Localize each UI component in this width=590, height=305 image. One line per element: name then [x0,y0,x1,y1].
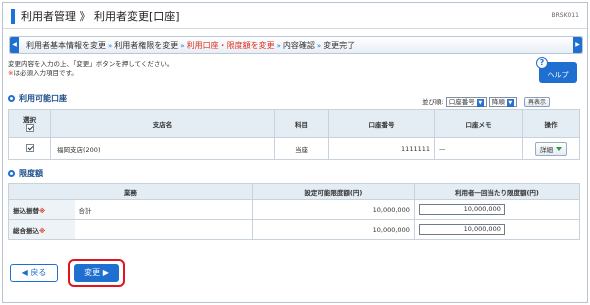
step-list: 利用者基本情報を変更» 利用者権限を変更» 利用口座・限度額を変更» 内容確認» 変更完… [26,40,355,51]
col-business: 業務 [8,183,253,200]
back-label: 戻る [30,268,47,277]
col-subject: 科目 [274,109,329,138]
chevron-right-icon: ▶ [102,268,109,277]
step-permissions: 利用者権限を変更 [114,41,179,50]
required-note-text: は必須入力項目です。 [13,69,78,77]
table-row: 振込振替※ 合計 10,000,000 10,000,000 [8,199,581,220]
row-select-cell [8,137,51,160]
question-icon: ? [536,57,548,69]
settable-limit-cell: 10,000,000 [251,219,415,240]
table-header-row: 業務 設定可能限度額(円) 利用者一回当たり限度額(円) [8,183,581,200]
table-header-row: 選択 支店名 科目 口座番号 口座メモ 操作 [8,109,580,138]
business-sub-cell [74,219,253,240]
page-header: 利用者管理 》 利用者変更[口座] BRSK011 [3,3,587,29]
step-separator-icon: » [180,42,185,50]
section-bullet-icon [8,170,15,177]
transfer-limit-input[interactable]: 10,000,000 [418,204,505,215]
step-indicator: ◀ 利用者基本情報を変更» 利用者権限を変更» 利用口座・限度額を変更» 内容確認» 変… [9,36,583,54]
sort-order-value: 降順 [491,98,505,106]
change-label: 変更 [84,268,101,277]
chevron-down-icon: ▼ [476,99,484,107]
step-complete: 変更完了 [323,41,356,50]
step-separator-icon: » [108,42,113,50]
col-per-user-limit: 利用者一回当たり限度額(円) [413,183,581,200]
col-account-no: 口座番号 [328,109,435,138]
step-separator-icon: » [276,42,281,50]
required-mark: ※ [39,206,46,215]
business-label-cell: 総合振込※ [8,219,75,240]
sort-field-value: 口座番号 [448,98,475,106]
business-label-cell: 振込振替※ [8,199,75,220]
sort-field-select[interactable]: 口座番号 ▼ [445,97,487,107]
page-title: 利用者管理 》 利用者変更[口座] [21,10,180,23]
limits-table: 業務 設定可能限度額(円) 利用者一回当たり限度額(円) 振込振替※ 合計 10… [8,183,581,240]
business-label: 振込振替 [13,206,39,215]
col-action: 操作 [522,109,580,138]
settable-limit-cell: 10,000,000 [251,199,415,220]
sort-order-select[interactable]: 降順 ▼ [488,97,517,107]
change-button-highlight: 変更 ▶ [68,259,125,287]
back-button[interactable]: ◀ 戻る [10,264,58,282]
section-bullet-icon [8,95,15,102]
step-basic-info: 利用者基本情報を変更 [26,41,106,50]
chevron-down-icon [556,146,562,151]
limit-input-cell: 10,000,000 [413,199,581,220]
sort-controls: 並び順: 口座番号 ▼ 降順 ▼ 再表示 [422,96,550,107]
sort-label: 並び順: [422,98,444,106]
table-row: 総合振込※ 10,000,000 10,000,000 [8,219,581,240]
step-scroll-left-icon[interactable]: ◀ [10,37,19,53]
row-checkbox[interactable] [25,143,34,152]
accounts-table: 選択 支店名 科目 口座番号 口座メモ 操作 福岡支店(200) 当座 1111… [8,109,580,160]
section-available-accounts: 利用可能口座 [8,93,67,104]
limit-input-cell: 10,000,000 [413,219,581,240]
col-select-label: 選択 [23,115,36,124]
col-branch: 支店名 [50,109,275,138]
instructions: 変更内容を入力の上、「変更」ボタンを押してください。 ※は必須入力項目です。 [8,60,173,78]
branch-cell: 福岡支店(200) [50,137,275,160]
business-label: 総合振込 [13,226,39,235]
chevron-down-icon: ▼ [506,99,514,107]
section-title: 利用可能口座 [19,94,67,103]
step-confirm: 内容確認 [282,41,315,50]
step-separator-icon: » [316,42,322,50]
screen-code: BRSK011 [551,12,579,19]
detail-button[interactable]: 詳細 [535,141,567,156]
section-limits: 限度額 [8,168,43,179]
bulk-transfer-limit-input[interactable]: 10,000,000 [418,224,505,235]
help-button[interactable]: ? ヘルプ [536,57,577,83]
change-button[interactable]: 変更 ▶ [74,264,119,282]
account-no-cell: 1111111 [328,137,435,160]
table-row: 福岡支店(200) 当座 1111111 — 詳細 [8,137,580,160]
action-cell: 詳細 [522,137,580,160]
detail-label: 詳細 [540,145,553,154]
col-settable-limit: 設定可能限度額(円) [251,183,415,200]
header-accent-bar [11,9,15,24]
help-label: ヘルプ [547,71,569,79]
memo-cell: — [434,137,523,160]
subject-cell: 当座 [274,137,329,160]
select-all-checkbox[interactable] [25,123,34,132]
required-note: ※は必須入力項目です。 [8,69,173,78]
redisplay-button[interactable]: 再表示 [523,97,550,107]
col-select: 選択 [8,109,51,138]
business-sub-cell: 合計 [74,199,253,220]
step-scroll-right-icon[interactable]: ▶ [573,37,582,53]
instruction-line: 変更内容を入力の上、「変更」ボタンを押してください。 [8,60,174,68]
col-memo: 口座メモ [434,109,523,138]
step-accounts-limits: 利用口座・限度額を変更 [186,41,275,50]
section-title: 限度額 [19,169,43,178]
required-mark: ※ [39,226,46,235]
chevron-left-icon: ◀ [21,268,28,277]
